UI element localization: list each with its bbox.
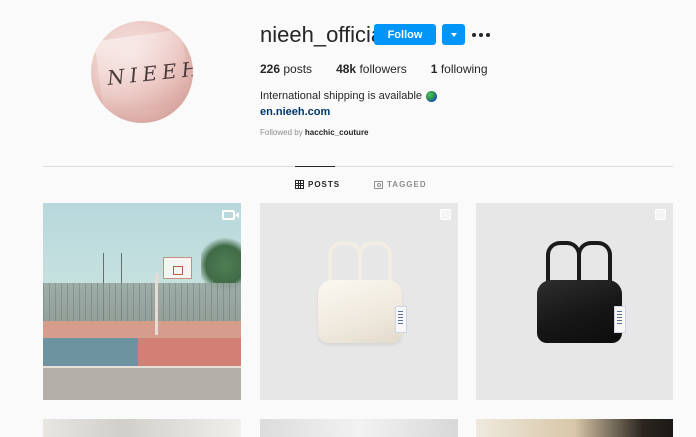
- tab-tagged[interactable]: TAGGED: [374, 180, 427, 189]
- following-stat[interactable]: 1 following: [431, 62, 488, 76]
- black-handbag-image: [537, 280, 622, 343]
- follow-button[interactable]: Follow: [374, 24, 436, 45]
- globe-emoji-icon: [426, 90, 438, 102]
- chevron-down-icon: [450, 32, 457, 37]
- price-tag-image: [614, 306, 626, 333]
- more-dot-icon: [472, 32, 476, 37]
- bio-text: International shipping is available: [260, 90, 438, 102]
- court-red-zone: [138, 338, 241, 368]
- post-thumbnail[interactable]: [260, 419, 458, 437]
- multiple-posts-icon: [655, 209, 666, 220]
- basketball-hoop-image: [163, 257, 192, 279]
- tab-posts[interactable]: POSTS: [295, 180, 340, 189]
- followers-count: 48k: [336, 62, 357, 76]
- hoop-pole: [155, 273, 158, 335]
- followed-by-prefix: Followed by: [260, 128, 303, 137]
- profile-stats: 226 posts 48k followers 1 following: [260, 62, 512, 76]
- post-thumbnail-basketball-court[interactable]: [43, 203, 241, 400]
- suggested-accounts-dropdown-button[interactable]: [442, 24, 465, 45]
- post-thumbnail-white-handbag[interactable]: [260, 203, 458, 400]
- more-dot-icon: [486, 32, 490, 37]
- tab-tagged-label: TAGGED: [387, 180, 427, 189]
- court-blue-zone: [43, 338, 153, 368]
- court-line: [43, 366, 241, 368]
- more-options-button[interactable]: [472, 24, 490, 45]
- followed-by-user-link[interactable]: hacchic_couture: [305, 128, 369, 137]
- bio-line: International shipping is available: [260, 90, 423, 102]
- bio-website-link[interactable]: en.nieeh.com: [260, 106, 330, 118]
- grid-icon: [295, 180, 304, 189]
- posts-count: 226: [260, 62, 281, 76]
- tag-icon: [374, 180, 383, 189]
- post-thumbnail-black-handbag[interactable]: [476, 203, 673, 400]
- following-label: following: [440, 62, 488, 76]
- profile-username: nieeh_official: [260, 22, 389, 47]
- tab-posts-label: POSTS: [308, 180, 341, 189]
- following-count: 1: [430, 62, 438, 76]
- more-dot-icon: [479, 32, 483, 37]
- posts-label: posts: [283, 62, 313, 76]
- post-thumbnail[interactable]: [476, 419, 673, 437]
- fence-image: [43, 283, 241, 323]
- price-tag-image: [395, 306, 407, 333]
- white-handbag-image: [318, 280, 402, 343]
- posts-stat: 226 posts: [260, 62, 312, 76]
- reel-icon: [222, 210, 239, 220]
- profile-avatar[interactable]: NIEEH: [91, 21, 193, 123]
- followed-by-line: Followed by hacchic_couture: [260, 128, 369, 137]
- followers-stat[interactable]: 48k followers: [336, 62, 407, 76]
- post-thumbnail[interactable]: [43, 419, 241, 437]
- tabs-divider: [43, 166, 673, 167]
- followers-label: followers: [359, 62, 407, 76]
- active-tab-indicator: [295, 166, 335, 167]
- multiple-posts-icon: [440, 209, 451, 220]
